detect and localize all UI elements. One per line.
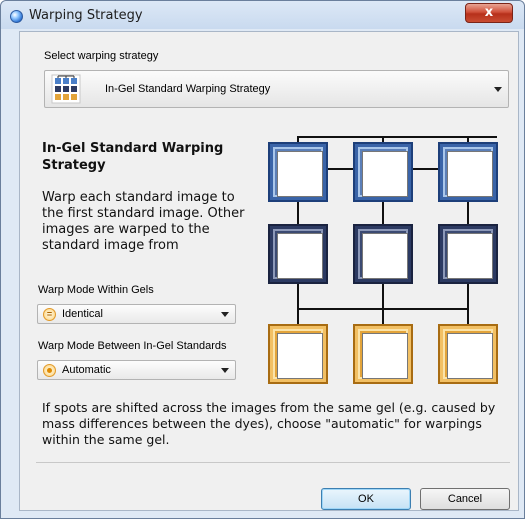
dot-icon <box>43 364 56 377</box>
strategy-selected-value: In-Gel Standard Warping Strategy <box>105 83 271 95</box>
chevron-down-icon <box>221 312 229 317</box>
connector-line <box>382 284 384 324</box>
warping-strategy-dialog: Warping Strategy x Select warping strate… <box>0 0 525 519</box>
strategy-select[interactable]: In-Gel Standard Warping Strategy <box>44 70 509 108</box>
standard-image-thumbnail <box>438 142 498 202</box>
equals-icon: = <box>43 308 56 321</box>
gel-image-thumbnail <box>268 224 328 284</box>
warp-mode-between-value: Automatic <box>62 364 111 376</box>
standard-image-thumbnail <box>353 142 413 202</box>
warp-mode-within-value: Identical <box>62 308 103 320</box>
ok-button[interactable]: OK <box>321 488 411 510</box>
strategy-diagram-icon <box>51 74 81 104</box>
connector-line <box>467 202 469 224</box>
cancel-button[interactable]: Cancel <box>420 488 510 510</box>
title-bar[interactable]: Warping Strategy x <box>1 1 524 29</box>
gel-image-thumbnail <box>353 324 413 384</box>
warp-mode-between-select[interactable]: Automatic <box>37 360 236 380</box>
warp-mode-within-label: Warp Mode Within Gels <box>38 284 154 296</box>
connector-line <box>328 168 353 170</box>
chevron-down-icon <box>221 368 229 373</box>
hint-text: If spots are shifted across the images f… <box>42 400 496 447</box>
warping-diagram <box>268 128 508 386</box>
dialog-content: Select warping strategy In-Gel Standard … <box>19 31 519 511</box>
window-title: Warping Strategy <box>29 8 143 23</box>
app-icon <box>10 10 23 23</box>
connector-line <box>413 168 438 170</box>
connector-line <box>467 284 469 324</box>
warp-mode-between-label: Warp Mode Between In-Gel Standards <box>38 340 227 352</box>
gel-image-thumbnail <box>438 324 498 384</box>
divider <box>36 462 510 463</box>
standard-image-thumbnail <box>268 142 328 202</box>
chevron-down-icon <box>494 87 502 92</box>
gel-image-thumbnail <box>438 224 498 284</box>
strategy-description-title: In-Gel Standard Warping Strategy <box>42 141 224 173</box>
gel-image-thumbnail <box>268 324 328 384</box>
gel-image-thumbnail <box>353 224 413 284</box>
connector-line <box>382 202 384 224</box>
strategy-description-text: Warp each standard image to the first st… <box>42 190 245 253</box>
close-button[interactable]: x <box>465 3 513 23</box>
warp-mode-within-select[interactable]: = Identical <box>37 304 236 324</box>
connector-line <box>297 284 299 324</box>
connector-line <box>297 202 299 224</box>
strategy-section-label: Select warping strategy <box>44 50 159 62</box>
